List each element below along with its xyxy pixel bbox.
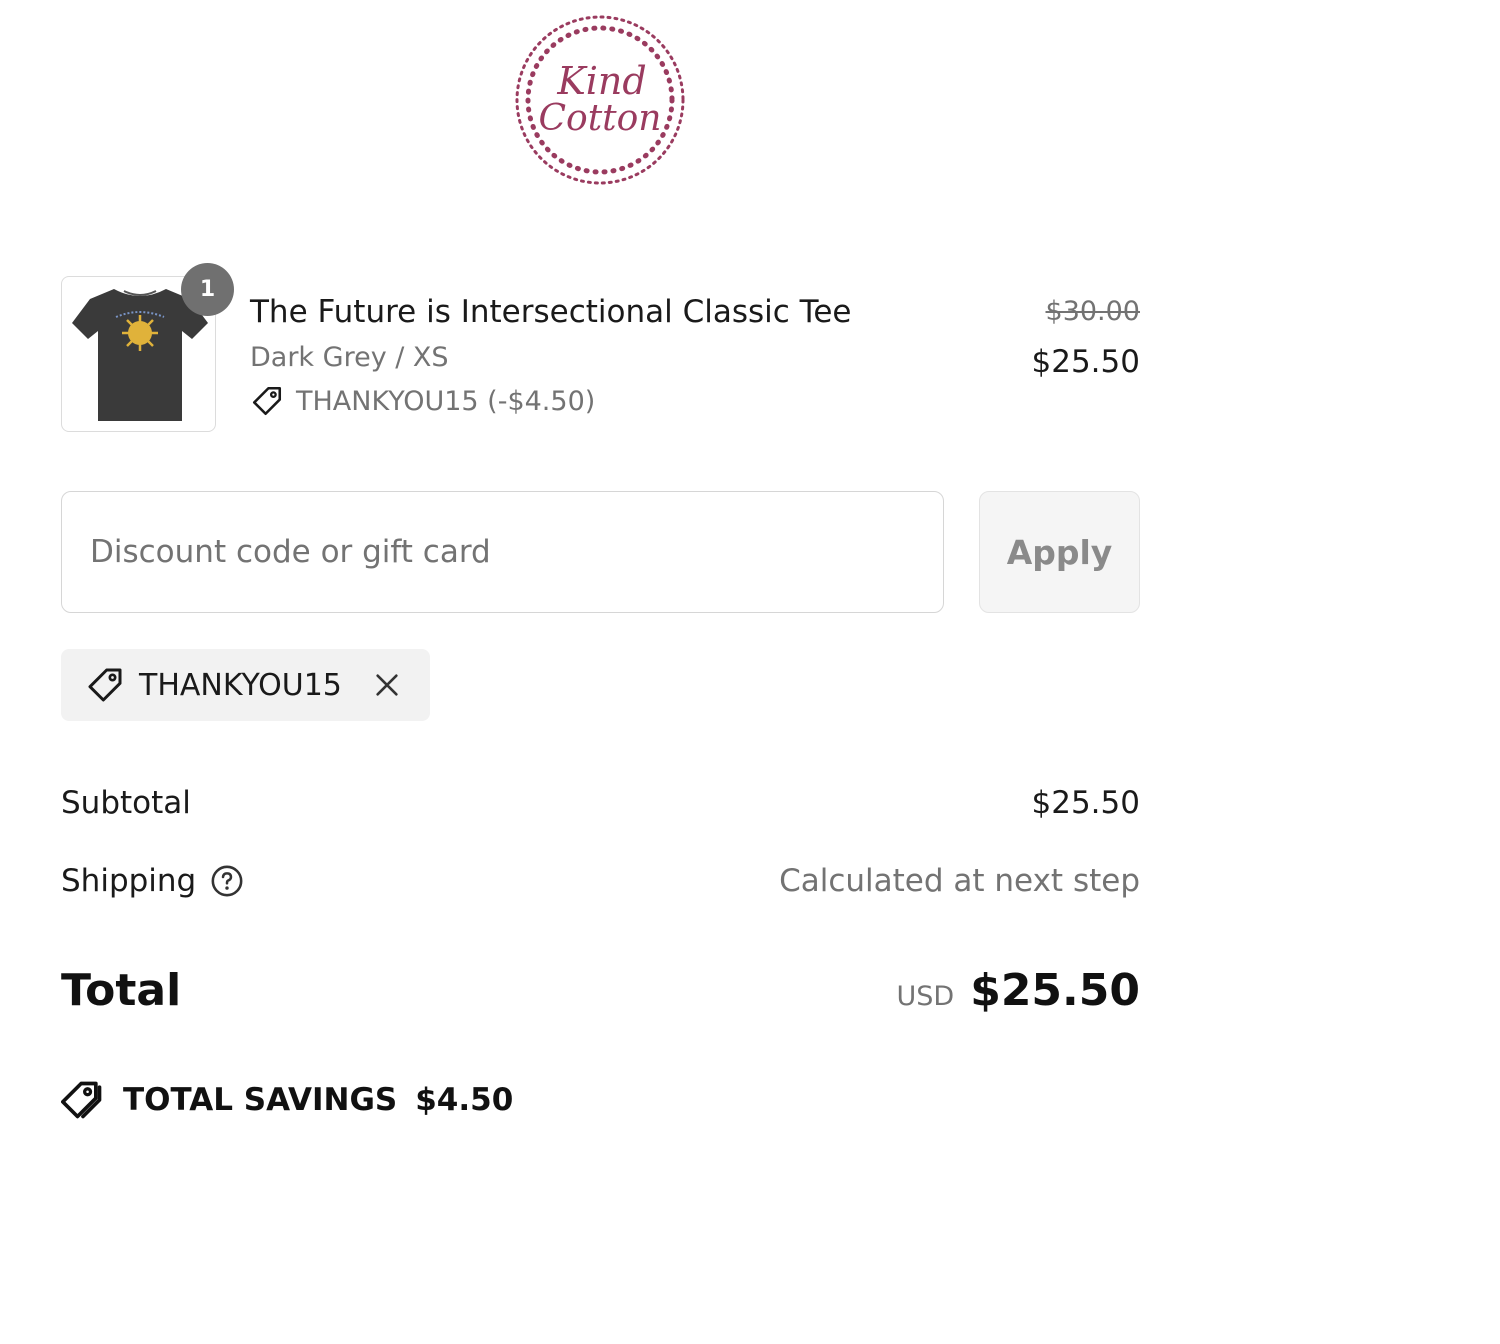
item-discount: THANKYOU15 (-$4.50) xyxy=(250,384,595,418)
shipping-label: Shipping xyxy=(61,863,197,899)
savings-label: TOTAL SAVINGS xyxy=(123,1082,398,1118)
kind-cotton-logo-icon: Kind Cotton xyxy=(515,15,685,185)
brand-logo[interactable]: Kind Cotton xyxy=(514,14,686,186)
applied-discount-chip: THANKYOU15 xyxy=(61,649,430,721)
svg-text:Kind: Kind xyxy=(556,59,646,103)
discount-code-input[interactable] xyxy=(61,491,944,613)
svg-text:Cotton: Cotton xyxy=(538,98,661,139)
subtotal-value: $25.50 xyxy=(1031,785,1140,821)
shipping-row: Shipping Calculated at next step xyxy=(61,858,1140,904)
remove-discount-button[interactable] xyxy=(370,668,404,702)
checkout-order-summary: Kind Cotton 1 The Future is Intersection… xyxy=(0,0,1500,1344)
apply-button[interactable]: Apply xyxy=(979,491,1140,613)
subtotal-row: Subtotal $25.50 xyxy=(61,780,1140,826)
product-variant: Dark Grey / XS xyxy=(250,342,449,373)
product-name: The Future is Intersectional Classic Tee xyxy=(250,294,852,330)
tag-icon xyxy=(88,668,122,702)
total-savings: TOTAL SAVINGS $4.50 xyxy=(61,1078,513,1122)
help-icon[interactable] xyxy=(210,864,244,898)
discounted-price: $25.50 xyxy=(1031,344,1140,380)
subtotal-label: Subtotal xyxy=(61,785,191,821)
line-item: 1 The Future is Intersectional Classic T… xyxy=(61,263,1140,432)
total-value-group: USD $25.50 xyxy=(897,965,1141,1016)
shipping-value: Calculated at next step xyxy=(779,863,1140,899)
quantity-badge: 1 xyxy=(181,263,234,316)
total-amount: $25.50 xyxy=(970,964,1140,1016)
product-thumbnail: 1 xyxy=(61,263,234,432)
total-label: Total xyxy=(61,964,182,1016)
item-discount-label: THANKYOU15 (-$4.50) xyxy=(296,385,596,417)
tag-icon xyxy=(252,386,282,416)
currency-code: USD xyxy=(896,980,955,1012)
shipping-label-group: Shipping xyxy=(61,863,244,899)
original-price: $30.00 xyxy=(1045,296,1140,327)
applied-discount-code: THANKYOU15 xyxy=(139,667,342,703)
total-row: Total USD $25.50 xyxy=(61,958,1140,1022)
close-icon xyxy=(376,674,398,696)
savings-value: $4.50 xyxy=(415,1082,514,1118)
savings-tag-icon xyxy=(61,1081,102,1119)
